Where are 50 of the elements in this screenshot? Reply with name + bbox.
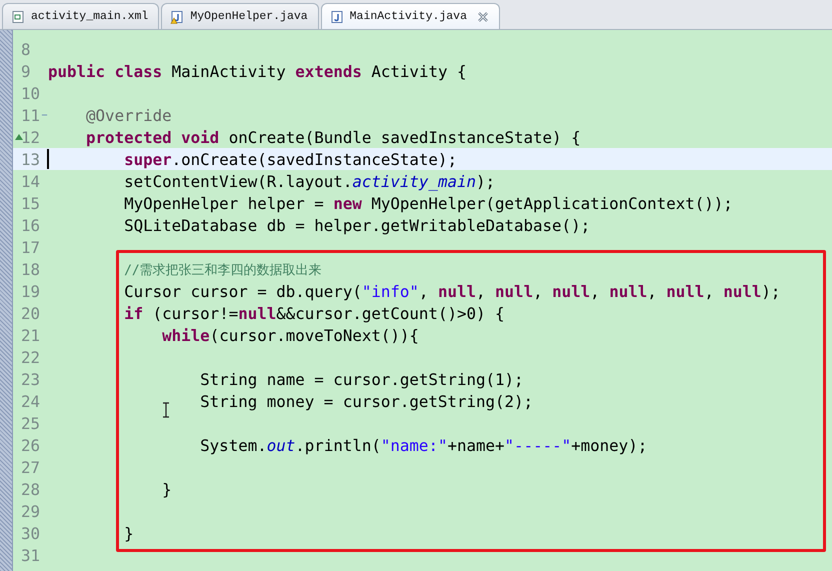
- line-number: 11: [21, 106, 41, 124]
- code-line: SQLiteDatabase db = helper.getWritableDatabase();: [124, 216, 590, 234]
- line-number: 28: [21, 480, 41, 498]
- code-line: super.onCreate(savedInstanceState);: [124, 150, 457, 168]
- line-number: 10: [21, 84, 41, 102]
- close-icon[interactable]: [476, 10, 489, 22]
- line-number: 17: [21, 238, 41, 256]
- code-line: setContentView(R.layout.activity_main);: [124, 172, 496, 190]
- code-line: Cursor cursor = db.query("info", null, null, null, null, null, null);: [124, 282, 780, 300]
- code-line: String money = cursor.getString(2);: [200, 392, 534, 410]
- line-number: 21: [21, 326, 41, 344]
- editor-tab[interactable]: MainActivity.java: [320, 3, 500, 29]
- code-line: String name = cursor.getString(1);: [200, 370, 524, 388]
- editor-tab[interactable]: activity_main.xml: [2, 3, 160, 29]
- line-number: 29: [21, 502, 41, 520]
- code-line: MyOpenHelper helper = new MyOpenHelper(getApplicationContext());: [124, 194, 733, 212]
- code-line: }: [162, 480, 172, 498]
- line-number: 16: [21, 216, 41, 234]
- line-number: 9: [21, 62, 32, 80]
- code-line: //需求把张三和李四的数据取出来: [124, 262, 322, 279]
- xml-file-icon: [11, 10, 25, 24]
- line-number: 15: [21, 194, 41, 212]
- line-number: 13: [21, 150, 41, 168]
- line-number: 19: [21, 282, 41, 300]
- code-line: while(cursor.moveToNext()){: [162, 326, 419, 344]
- line-number: 30: [21, 524, 41, 542]
- java-file-warning-icon: [170, 10, 184, 24]
- editor-tab[interactable]: MyOpenHelper.java: [161, 3, 319, 29]
- code-line: @Override: [86, 106, 172, 124]
- code-line: }: [124, 524, 134, 542]
- text-caret: [47, 149, 49, 169]
- line-number: 26: [21, 436, 41, 454]
- line-number: 22: [21, 348, 41, 366]
- code-line: if (cursor!=null&&cursor.getCount()>0) {: [124, 304, 505, 322]
- line-number: 31: [21, 546, 41, 564]
- line-number: 20: [21, 304, 41, 322]
- line-number: 12: [21, 128, 41, 146]
- line-number: 14: [21, 172, 41, 190]
- text-cursor-icon: [162, 402, 170, 418]
- line-number: 25: [21, 414, 41, 432]
- line-number: 24: [21, 392, 41, 410]
- java-file-icon: [330, 10, 344, 24]
- override-triangle-icon: [14, 133, 24, 141]
- line-number: 8: [21, 40, 32, 58]
- code-line: protected void onCreate(Bundle savedInstanceState) {: [86, 128, 581, 146]
- line-number: 27: [21, 458, 41, 476]
- line-number: 18: [21, 260, 41, 278]
- code-line: public class MainActivity extends Activity {: [48, 62, 466, 80]
- code-line: System.out.println("name:"+name+"-----"+money);: [200, 436, 648, 454]
- line-number: 23: [21, 370, 41, 388]
